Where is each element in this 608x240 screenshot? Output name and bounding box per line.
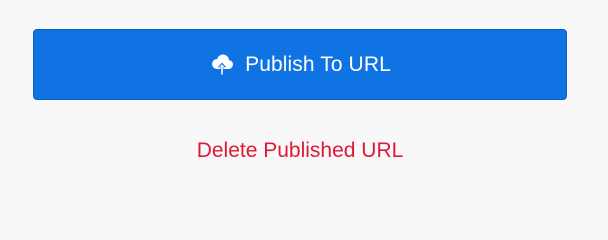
- delete-published-url-link[interactable]: Delete Published URL: [0, 138, 600, 164]
- publish-to-url-button[interactable]: Publish To URL: [33, 29, 567, 100]
- publish-button-label: Publish To URL: [245, 53, 391, 76]
- cloud-upload-icon: [209, 53, 235, 77]
